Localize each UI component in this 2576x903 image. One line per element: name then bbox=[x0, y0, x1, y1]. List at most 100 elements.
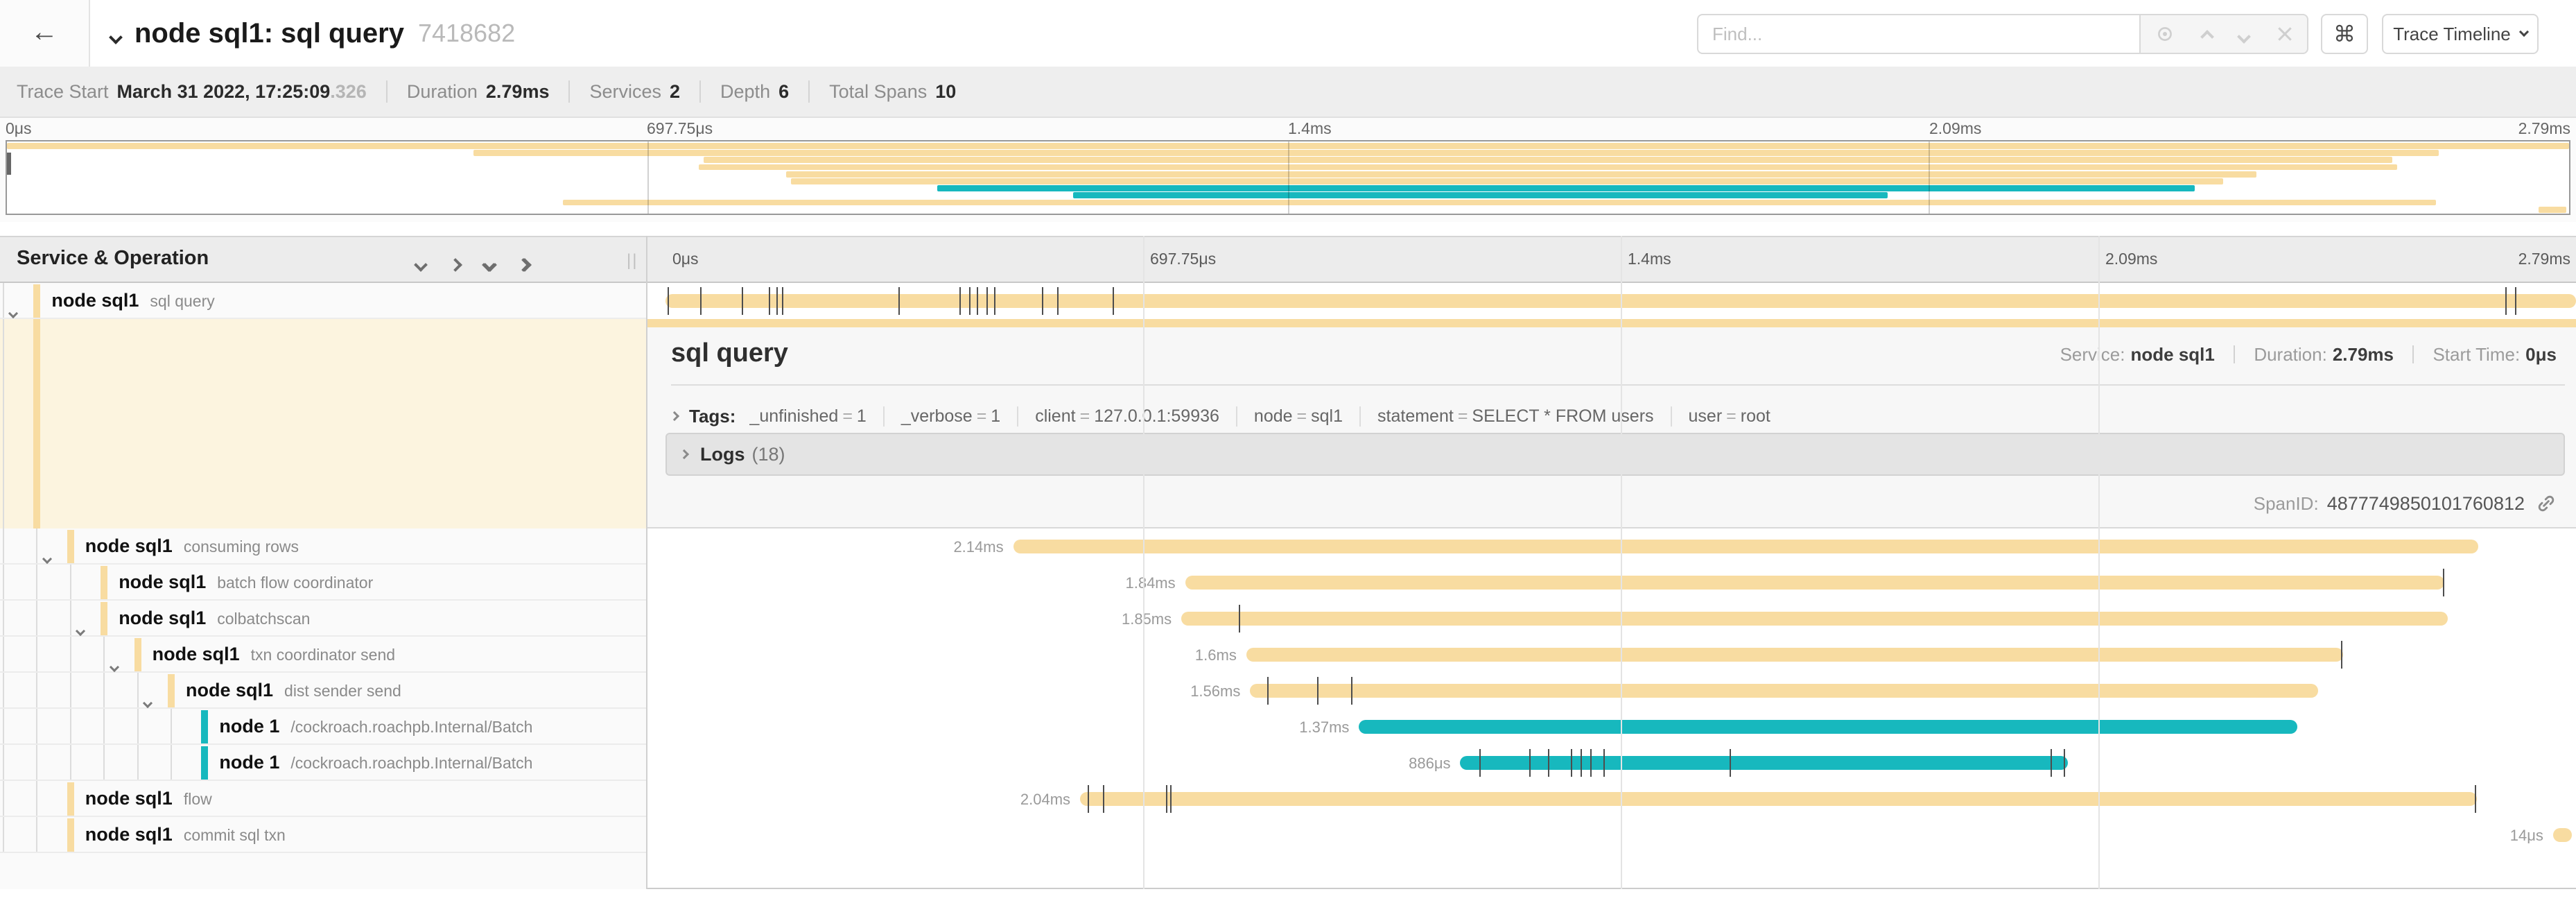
tree-row-txn-coordinator-send[interactable]: node sql1txn coordinator send bbox=[0, 637, 646, 673]
operation-name: flow bbox=[184, 790, 212, 808]
view-selector-button[interactable]: Trace Timeline bbox=[2382, 14, 2539, 54]
tree-row-sql-query[interactable]: node sql1sql query bbox=[0, 283, 646, 319]
tree-row--cockroach-roachpb-internal-batch[interactable]: node 1/cockroach.roachpb.Internal/Batch bbox=[0, 745, 646, 781]
log-tick bbox=[1088, 785, 1089, 813]
span-row[interactable]: node sql1commit sql txn14μs bbox=[0, 817, 2576, 853]
span-duration-label: 1.84ms bbox=[1125, 574, 1175, 592]
span-color-bar bbox=[67, 782, 74, 816]
span-color-bar bbox=[201, 746, 208, 780]
tag-item[interactable]: _verbose=1 bbox=[883, 406, 1017, 427]
minimap-span-bar bbox=[699, 164, 2397, 171]
span-color-bar bbox=[67, 818, 74, 852]
tag-item[interactable]: node=sql1 bbox=[1236, 406, 1359, 427]
span-bar[interactable] bbox=[1246, 648, 2343, 662]
minimap-span-bar bbox=[791, 178, 2223, 184]
total-spans-label: Total Spans bbox=[829, 81, 927, 103]
tags-accordion[interactable]: Tags: _unfinished=1_verbose=1client=127.… bbox=[671, 398, 1787, 434]
tag-item[interactable]: _unfinished=1 bbox=[749, 406, 882, 427]
logs-label: Logs bbox=[700, 444, 745, 465]
log-tick bbox=[2051, 749, 2052, 777]
trace-minimap: 0μs697.75μs1.4ms2.09ms2.79ms bbox=[0, 118, 2576, 222]
tag-value: root bbox=[1741, 406, 1770, 426]
expand-one-icon[interactable] bbox=[451, 250, 460, 275]
span-row[interactable]: node 1/cockroach.roachpb.Internal/Batch8… bbox=[0, 745, 2576, 781]
span-bar[interactable] bbox=[665, 294, 2576, 308]
tag-key: _verbose bbox=[901, 406, 973, 426]
expand-all-icon[interactable] bbox=[519, 250, 530, 275]
tree-row-commit-sql-txn[interactable]: node sql1commit sql txn bbox=[0, 817, 646, 853]
log-tick bbox=[668, 287, 669, 315]
tree-row-batch-flow-coordinator[interactable]: node sql1batch flow coordinator bbox=[0, 565, 646, 601]
span-rows: node sql1consuming rows2.14msnode sql1ba… bbox=[0, 528, 2576, 889]
duration-label: Duration bbox=[407, 81, 478, 103]
service-name: node sql1consuming rows bbox=[85, 535, 299, 557]
keyboard-shortcuts-button[interactable]: ⌘ bbox=[2321, 14, 2368, 54]
page-title: node sql1: sql query bbox=[134, 18, 404, 49]
collapse-one-icon[interactable] bbox=[416, 250, 426, 275]
span-row-selected[interactable]: node sql1sql query bbox=[0, 283, 2576, 319]
span-row[interactable]: node sql1batch flow coordinator 1.84ms bbox=[0, 565, 2576, 601]
span-bar[interactable] bbox=[1185, 576, 2444, 590]
span-row[interactable]: node sql1consuming rows2.14ms bbox=[0, 528, 2576, 565]
tree-row-consuming-rows[interactable]: node sql1consuming rows bbox=[0, 528, 646, 565]
log-tick bbox=[1603, 749, 1605, 777]
clear-find-icon[interactable] bbox=[2276, 25, 2294, 43]
logs-accordion[interactable]: Logs (18) bbox=[665, 433, 2565, 476]
log-tick bbox=[1590, 749, 1592, 777]
tree-row-dist-sender-send[interactable]: node sql1dist sender send bbox=[0, 673, 646, 709]
back-button[interactable]: ← bbox=[0, 0, 90, 67]
depth-label: Depth bbox=[720, 81, 770, 103]
copy-link-icon[interactable] bbox=[2536, 493, 2557, 514]
span-row[interactable]: node sql1dist sender send1.56ms bbox=[0, 673, 2576, 709]
span-row[interactable]: node sql1txn coordinator send1.6ms bbox=[0, 637, 2576, 673]
minimap-span-bar bbox=[937, 185, 2195, 191]
span-color-bar bbox=[134, 638, 141, 671]
span-row[interactable]: node sql1colbatchscan1.85ms bbox=[0, 601, 2576, 637]
find-prev-icon[interactable] bbox=[2202, 22, 2212, 47]
span-row[interactable]: node sql1flow2.04ms bbox=[0, 781, 2576, 817]
trace-start-value: March 31 2022, 17:25:09 bbox=[117, 81, 331, 103]
span-bar[interactable] bbox=[1359, 720, 2297, 734]
tree-row--cockroach-roachpb-internal-batch[interactable]: node 1/cockroach.roachpb.Internal/Batch bbox=[0, 709, 646, 745]
tag-item[interactable]: user=root bbox=[1671, 406, 1787, 427]
span-bar[interactable] bbox=[2553, 828, 2573, 842]
span-row[interactable]: node 1/cockroach.roachpb.Internal/Batch1… bbox=[0, 709, 2576, 745]
log-tick bbox=[898, 287, 900, 315]
find-next-icon[interactable] bbox=[2239, 22, 2249, 47]
minimap-ruler: 0μs697.75μs1.4ms2.09ms2.79ms bbox=[6, 119, 2570, 139]
minimap-drag-handle[interactable] bbox=[7, 153, 11, 175]
span-bar[interactable] bbox=[1250, 684, 2318, 698]
log-tick bbox=[2341, 641, 2342, 669]
log-tick bbox=[2505, 287, 2507, 315]
minimap-span-bar bbox=[2539, 207, 2567, 213]
service-name: node sql1dist sender send bbox=[186, 680, 401, 701]
log-tick bbox=[2475, 785, 2476, 813]
tag-item[interactable]: statement=SELECT * FROM users bbox=[1359, 406, 1671, 427]
span-id-label: SpanID: bbox=[2254, 493, 2319, 515]
service-name: node sql1txn coordinator send bbox=[153, 644, 395, 665]
detail-start-time-value: 0μs bbox=[2525, 344, 2557, 365]
tree-row-colbatchscan[interactable]: node sql1colbatchscan bbox=[0, 601, 646, 637]
minimap-canvas[interactable] bbox=[6, 140, 2570, 215]
span-color-bar bbox=[33, 284, 40, 318]
logs-count: (18) bbox=[752, 444, 785, 465]
find-controls bbox=[2139, 14, 2308, 54]
span-bar[interactable] bbox=[1181, 612, 2448, 626]
trace-summary-bar: Trace Start March 31 2022, 17:25:09.326 … bbox=[0, 67, 2576, 118]
log-tick bbox=[994, 287, 995, 315]
timeline-tick-label: 0μs bbox=[672, 250, 699, 268]
trace-id: 7418682 bbox=[418, 19, 515, 48]
collapse-all-icon[interactable] bbox=[485, 250, 494, 275]
find-input[interactable] bbox=[1697, 14, 2139, 54]
tag-item[interactable]: client=127.0.0.1:59936 bbox=[1017, 406, 1236, 427]
span-bar[interactable] bbox=[1460, 756, 2067, 770]
column-resizer-handle[interactable]: || bbox=[627, 251, 638, 270]
operation-name: colbatchscan bbox=[217, 610, 310, 628]
span-bar[interactable] bbox=[1013, 540, 2479, 553]
locate-icon[interactable] bbox=[2155, 24, 2175, 44]
span-bar[interactable] bbox=[1080, 792, 2477, 806]
operation-name: consuming rows bbox=[184, 538, 299, 556]
collapse-trace-chevron-icon[interactable] bbox=[111, 22, 121, 48]
tree-row-flow[interactable]: node sql1flow bbox=[0, 781, 646, 817]
services-label: Services bbox=[589, 81, 661, 103]
